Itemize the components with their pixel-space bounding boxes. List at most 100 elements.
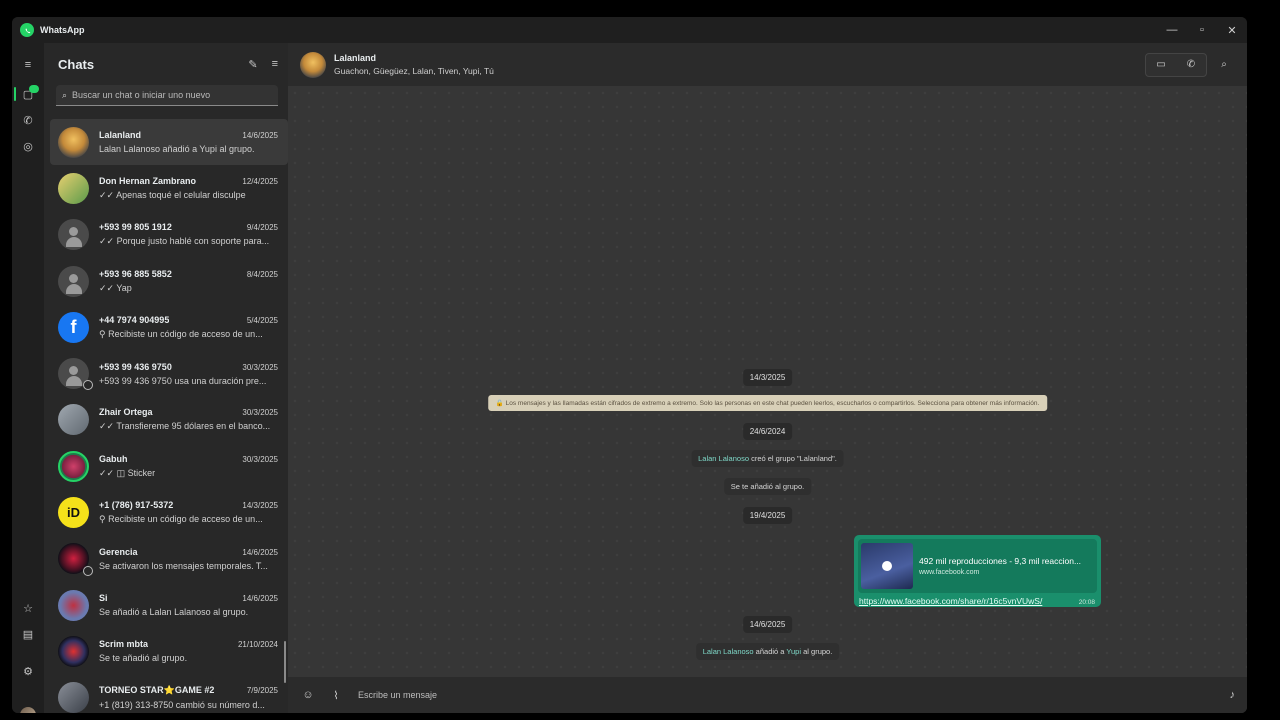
calls-icon[interactable]: ✆ bbox=[20, 112, 36, 128]
search-messages-icon[interactable]: ⌕ bbox=[1213, 54, 1235, 76]
chat-preview: +593 99 436 9750 usa una duración pre... bbox=[99, 375, 267, 386]
chat-date: 30/3/2025 bbox=[242, 362, 278, 372]
chat-item[interactable]: Si 14/6/2025 Se añadió a Lalan Lalanoso al… bbox=[50, 582, 288, 628]
chat-item[interactable]: +593 99 436 9750 30/3/2025 +593 99 436 975… bbox=[50, 350, 288, 396]
composer: ☺ ⌇ Escribe un mensaje ♪ bbox=[288, 677, 1247, 713]
system-text: al grupo. bbox=[801, 647, 833, 656]
avatar bbox=[58, 126, 89, 158]
search-input[interactable]: ⌕ Buscar un chat o iniciar uno nuevo bbox=[56, 85, 278, 106]
chat-sidebar: Chats ✎ ≡ ⌕ Buscar un chat o iniciar uno… bbox=[44, 43, 288, 713]
member-name[interactable]: Yupi bbox=[786, 647, 801, 656]
message-input[interactable]: Escribe un mensaje bbox=[358, 690, 437, 700]
date-separator: 19/4/2025 bbox=[742, 507, 793, 524]
system-text: creó el grupo "Lalanland". bbox=[749, 454, 837, 463]
group-members: Guachon, Güegüez, Lalan, Tiven, Yupi, Tú bbox=[334, 66, 494, 76]
group-avatar[interactable] bbox=[300, 51, 326, 78]
video-call-icon[interactable]: ▭ bbox=[1146, 54, 1176, 76]
chat-date: 9/4/2025 bbox=[246, 223, 278, 233]
chat-item[interactable]: Zhair Ortega 30/3/2025 ✓✓ Transfiereme 95 … bbox=[50, 397, 288, 443]
message-time: 20:08 bbox=[1078, 599, 1095, 606]
starred-icon[interactable]: ☆ bbox=[20, 600, 36, 616]
system-message: Lalan Lalanoso creó el grupo "Lalanland"… bbox=[691, 450, 844, 467]
chat-date: 8/4/2025 bbox=[246, 269, 278, 279]
chat-name: Don Hernan Zambrano bbox=[99, 175, 197, 186]
chat-date: 14/6/2025 bbox=[242, 131, 278, 141]
new-chat-icon[interactable]: ✎ bbox=[248, 58, 257, 71]
chat-item[interactable]: f +44 7974 904995 5/4/2025 ⚲ Recibiste un … bbox=[50, 304, 288, 350]
chat-date: 14/6/2025 bbox=[242, 547, 278, 557]
conversation-header[interactable]: Lalanland Guachon, Güegüez, Lalan, Tiven… bbox=[288, 43, 1247, 86]
group-name: Lalanland bbox=[334, 53, 377, 63]
microphone-icon[interactable]: ♪ bbox=[1230, 689, 1236, 701]
chat-preview: +1 (819) 313-8750 cambió su número d... bbox=[99, 700, 265, 711]
chat-item[interactable]: Scrim mbta 21/10/2024 Se te añadió al grup… bbox=[50, 628, 288, 674]
timer-icon bbox=[83, 565, 93, 576]
chat-item[interactable]: iD +1 (786) 917-5372 14/3/2025 ⚲ Recibiste… bbox=[50, 489, 288, 535]
chat-preview: ✓✓ Transfiereme 95 dólares en el banco..… bbox=[99, 421, 271, 432]
chat-list-scrollbar[interactable] bbox=[284, 641, 286, 683]
chat-name: Si bbox=[99, 593, 108, 604]
attach-icon[interactable]: ⌇ bbox=[328, 687, 344, 703]
chat-preview: ⚲ Recibiste un código de acceso de un... bbox=[99, 514, 263, 525]
encryption-notice[interactable]: 🔒 Los mensajes y las llamadas están cifr… bbox=[487, 395, 1048, 411]
play-icon bbox=[882, 561, 892, 571]
active-indicator bbox=[14, 87, 16, 101]
chat-item[interactable]: Gerencia 14/6/2025 Se activaron los mensaj… bbox=[50, 536, 288, 582]
date-separator: 24/6/2024 bbox=[742, 423, 793, 440]
nav-rail: ≡ ▢ ✆ ◎ ☆ ▤ ⚙ bbox=[12, 43, 44, 713]
chat-preview: Lalan Lalanoso añadió a Yupi al grupo. bbox=[99, 144, 255, 155]
avatar bbox=[58, 589, 89, 621]
chat-preview: Se añadió a Lalan Lalanoso al grupo. bbox=[99, 607, 249, 618]
link-url[interactable]: https://www.facebook.com/share/r/16c5vnV… bbox=[859, 596, 1042, 606]
chat-name: +593 99 805 1912 bbox=[99, 222, 172, 233]
conversation-pane: Lalanland Guachon, Güegüez, Lalan, Tiven… bbox=[288, 43, 1247, 713]
chat-item[interactable]: +593 99 805 1912 9/4/2025 ✓✓ Porque justo … bbox=[50, 212, 288, 258]
chat-date: 12/4/2025 bbox=[242, 176, 278, 186]
chat-date: 21/10/2024 bbox=[237, 640, 278, 650]
emoji-icon[interactable]: ☺ bbox=[300, 687, 316, 703]
date-separator: 14/3/2025 bbox=[742, 369, 793, 386]
voice-call-icon[interactable]: ✆ bbox=[1176, 54, 1206, 76]
status-icon[interactable]: ◎ bbox=[20, 138, 36, 154]
link-thumbnail bbox=[861, 543, 913, 589]
chat-item[interactable]: +593 96 885 5852 8/4/2025 ✓✓ Yap bbox=[50, 258, 288, 304]
member-name[interactable]: Lalan Lalanoso bbox=[703, 647, 754, 656]
link-preview[interactable]: 492 mil reproducciones - 9,3 mil reaccio… bbox=[858, 539, 1097, 593]
settings-icon[interactable]: ⚙ bbox=[20, 663, 36, 679]
restore-button[interactable]: ▫ bbox=[1187, 17, 1217, 43]
chat-item[interactable]: Gabuh 30/3/2025 ✓✓ ◫ Sticker bbox=[50, 443, 288, 489]
chat-name: +1 (786) 917-5372 bbox=[99, 500, 174, 511]
chat-date: 14/6/2025 bbox=[242, 594, 278, 604]
message-area: 14/3/2025 🔒 Los mensajes y las llamadas … bbox=[288, 86, 1247, 677]
id-app-icon: iD bbox=[58, 497, 89, 529]
filter-icon[interactable]: ≡ bbox=[272, 58, 278, 71]
member-name[interactable]: Lalan Lalanoso bbox=[698, 454, 749, 463]
chat-name: Zhair Ortega bbox=[99, 407, 153, 418]
window-title: WhatsApp bbox=[40, 25, 85, 35]
link-title: 492 mil reproducciones - 9,3 mil reaccio… bbox=[919, 556, 1082, 566]
profile-avatar[interactable] bbox=[20, 707, 36, 713]
chat-name: Lalanland bbox=[99, 130, 142, 141]
chat-name: +44 7974 904995 bbox=[99, 314, 170, 325]
minimize-button[interactable]: — bbox=[1157, 17, 1187, 43]
chat-name: Gabuh bbox=[99, 453, 128, 464]
archive-icon[interactable]: ▤ bbox=[20, 626, 36, 642]
chat-name: +593 99 436 9750 bbox=[99, 361, 172, 372]
close-button[interactable]: ✕ bbox=[1217, 17, 1247, 43]
avatar bbox=[58, 450, 89, 482]
chat-item-lalanland[interactable]: Lalanland 14/6/2025 Lalan Lalanoso añadió … bbox=[50, 119, 288, 166]
chats-heading: Chats bbox=[58, 56, 95, 72]
chat-name: Gerencia bbox=[99, 546, 138, 557]
chat-list: Lalanland 14/6/2025 Lalan Lalanoso añadió … bbox=[50, 119, 288, 713]
unread-badge bbox=[29, 85, 39, 93]
menu-icon[interactable]: ≡ bbox=[20, 57, 36, 73]
timer-icon bbox=[83, 380, 93, 391]
chat-item[interactable]: Don Hernan Zambrano 12/4/2025 ✓✓ Apenas to… bbox=[50, 165, 288, 211]
chat-item[interactable]: TORNEO STAR⭐GAME #2 7/9/2025 +1 (819) 313-… bbox=[50, 675, 288, 713]
outgoing-link-message[interactable]: 492 mil reproducciones - 9,3 mil reaccio… bbox=[854, 535, 1101, 607]
facebook-icon: f bbox=[58, 311, 89, 343]
chat-preview: ✓✓ Porque justo hablé con soporte para..… bbox=[99, 236, 270, 247]
avatar bbox=[58, 404, 89, 436]
chat-date: 5/4/2025 bbox=[246, 315, 278, 325]
chat-preview: ✓✓ Yap bbox=[99, 282, 132, 293]
